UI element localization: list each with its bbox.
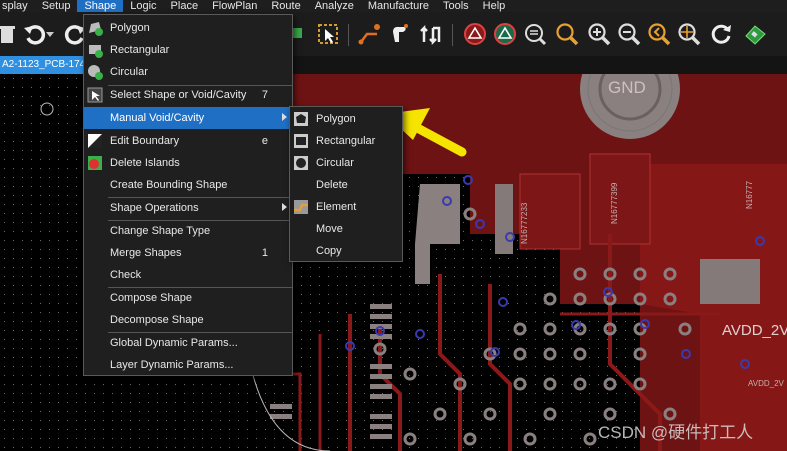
zoom-list-icon[interactable] xyxy=(522,21,548,47)
add-connect-icon[interactable] xyxy=(356,21,382,47)
menu-item-merge-shapes[interactable]: Merge Shapes 1 xyxy=(84,242,292,264)
menu-bar: splay Setup Shape Logic Place FlowPlan R… xyxy=(0,0,787,12)
menu-item-decompose-shape[interactable]: Decompose Shape xyxy=(84,309,292,331)
zoom-out-icon[interactable] xyxy=(616,21,642,47)
submenu-item-copy[interactable]: Copy xyxy=(290,240,402,262)
menu-display[interactable]: splay xyxy=(0,0,35,12)
void-rectangle-icon xyxy=(293,133,309,149)
manual-void-submenu: Polygon Rectangular Circular Delete Elem… xyxy=(289,106,403,262)
menu-item-change-shape-type[interactable]: Change Shape Type xyxy=(84,220,292,242)
menu-manufacture[interactable]: Manufacture xyxy=(361,0,436,12)
menu-help[interactable]: Help xyxy=(476,0,513,12)
redraw-icon[interactable] xyxy=(708,21,734,47)
submenu-arrow-icon xyxy=(282,203,287,211)
menu-route[interactable]: Route xyxy=(264,0,307,12)
rectangle-add-icon xyxy=(87,42,103,58)
select-shape-icon xyxy=(87,87,103,103)
toolbar-separator xyxy=(452,24,453,46)
fanout-icon[interactable] xyxy=(418,21,444,47)
trash-icon[interactable] xyxy=(0,21,20,47)
submenu-item-polygon[interactable]: Polygon xyxy=(290,108,402,130)
circle-add-icon xyxy=(87,64,103,80)
zoom-fit-icon[interactable] xyxy=(676,21,702,47)
menu-tools[interactable]: Tools xyxy=(436,0,476,12)
submenu-item-element[interactable]: Element xyxy=(290,196,402,218)
zoom-previous-icon[interactable] xyxy=(646,21,672,47)
void-element-icon xyxy=(293,199,309,215)
menu-setup[interactable]: Setup xyxy=(35,0,78,12)
delete-islands-icon xyxy=(87,155,103,171)
void-circle-icon xyxy=(293,155,309,171)
menu-item-create-bounding-shape[interactable]: Create Bounding Shape xyxy=(84,174,292,196)
submenu-item-circular[interactable]: Circular xyxy=(290,152,402,174)
submenu-item-move[interactable]: Move xyxy=(290,218,402,240)
menu-item-shape-operations[interactable]: Shape Operations xyxy=(84,197,292,219)
menu-analyze[interactable]: Analyze xyxy=(308,0,361,12)
tab-design[interactable]: A2-1123_PCB-174 xyxy=(0,56,84,74)
menu-place[interactable]: Place xyxy=(164,0,206,12)
submenu-item-delete[interactable]: Delete xyxy=(290,174,402,196)
menu-item-polygon[interactable]: Polygon xyxy=(84,17,292,39)
undo-dropdown-icon[interactable] xyxy=(44,21,56,47)
menu-item-delete-islands[interactable]: Delete Islands xyxy=(84,152,292,174)
3d-view-icon[interactable] xyxy=(742,21,768,47)
menu-item-manual-void[interactable]: Manual Void/Cavity xyxy=(84,107,292,129)
menu-item-edit-boundary[interactable]: Edit Boundary e xyxy=(84,130,292,152)
menu-item-layer-dynamic-params[interactable]: Layer Dynamic Params... xyxy=(84,354,292,376)
menu-flowplan[interactable]: FlowPlan xyxy=(205,0,264,12)
menu-item-check[interactable]: Check xyxy=(84,264,292,286)
menu-item-global-dynamic-params[interactable]: Global Dynamic Params... xyxy=(84,332,292,354)
menu-item-rectangular[interactable]: Rectangular xyxy=(84,39,292,61)
menu-item-compose-shape[interactable]: Compose Shape xyxy=(84,287,292,309)
chip-select-icon[interactable] xyxy=(315,21,341,47)
void-polygon-icon xyxy=(293,111,309,127)
polygon-add-icon xyxy=(87,20,103,36)
edit-boundary-icon xyxy=(87,133,103,149)
slide-icon[interactable] xyxy=(386,21,412,47)
toolbar-separator xyxy=(348,24,349,46)
menu-shape[interactable]: Shape xyxy=(77,0,124,12)
menu-item-select-shape[interactable]: Select Shape or Void/Cavity 7 xyxy=(84,84,292,106)
shape-menu: Polygon Rectangular Circular Select Shap… xyxy=(83,14,293,376)
menu-item-circular[interactable]: Circular xyxy=(84,61,292,83)
drc-check-icon[interactable] xyxy=(492,21,518,47)
drc-error-icon[interactable] xyxy=(462,21,488,47)
zoom-window-icon[interactable] xyxy=(554,21,580,47)
menu-logic[interactable]: Logic xyxy=(123,0,163,12)
submenu-item-rectangular[interactable]: Rectangular xyxy=(290,130,402,152)
submenu-arrow-icon xyxy=(282,113,287,121)
watermark: CSDN @硬件打工人 xyxy=(598,423,754,442)
zoom-in-icon[interactable] xyxy=(586,21,612,47)
